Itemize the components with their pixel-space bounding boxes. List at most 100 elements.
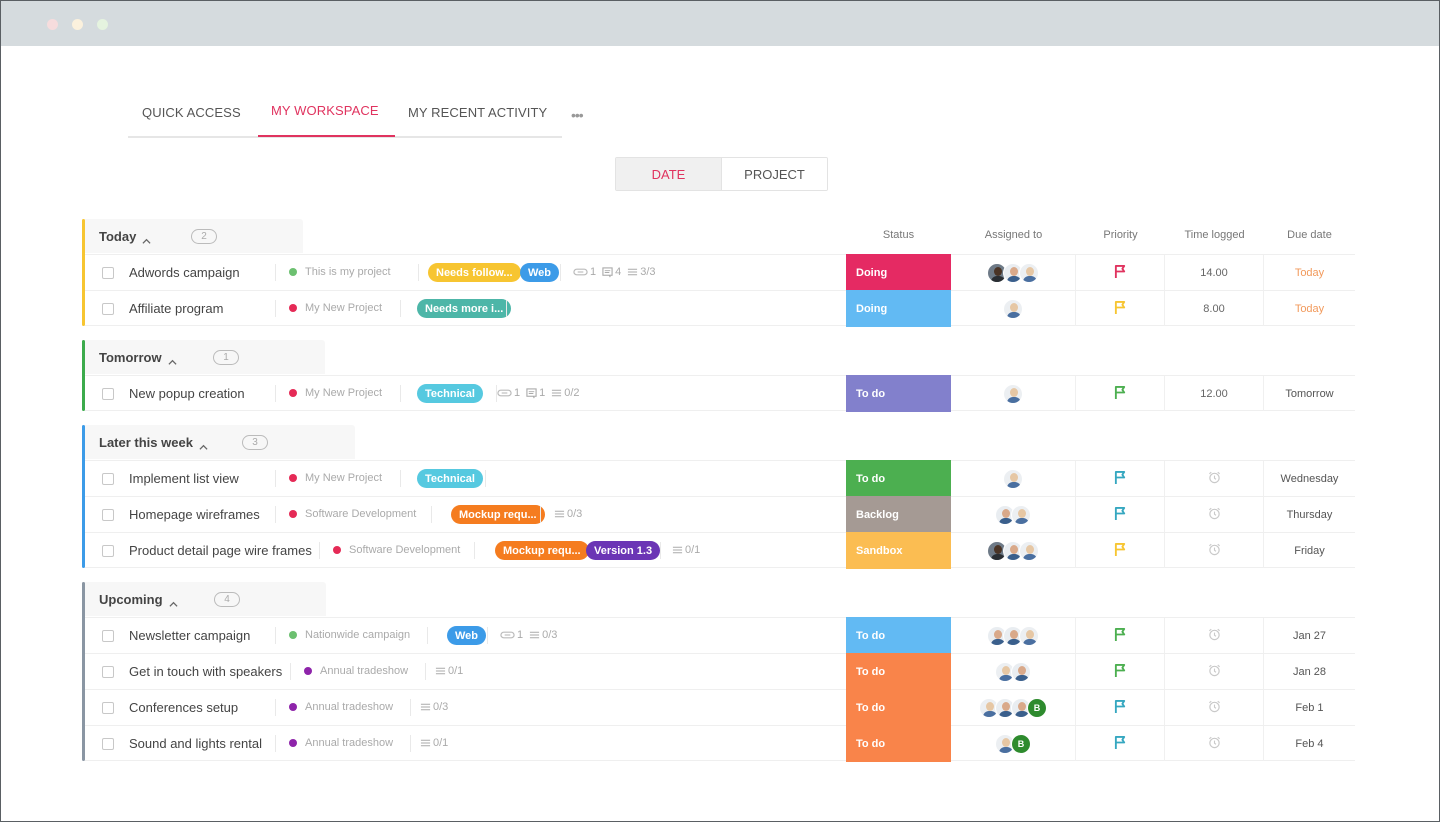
task-name[interactable]: Implement list view — [129, 471, 239, 486]
due-date-cell[interactable]: Wednesday — [1264, 461, 1355, 496]
task-project[interactable]: My New Project — [289, 472, 382, 484]
avatar[interactable] — [1019, 540, 1039, 561]
avatar[interactable] — [1011, 504, 1031, 525]
task-name[interactable]: New popup creation — [129, 386, 245, 401]
time-logged-cell[interactable] — [1165, 497, 1264, 532]
avatar[interactable] — [1011, 661, 1031, 682]
subtasks-count[interactable]: 0/3 — [554, 508, 582, 520]
avatar[interactable] — [1003, 383, 1023, 404]
task-name[interactable]: Homepage wireframes — [129, 507, 260, 522]
due-date-cell[interactable]: Friday — [1264, 533, 1355, 568]
tab-my-workspace[interactable]: MY WORKSPACE — [271, 103, 379, 118]
chevron-up-icon[interactable] — [142, 233, 151, 244]
priority-flag-icon[interactable] — [1114, 506, 1127, 524]
task-project[interactable]: This is my project — [289, 266, 391, 278]
avatar-initial[interactable]: B — [1027, 697, 1047, 718]
chevron-up-icon[interactable] — [199, 439, 208, 450]
subtasks-count[interactable]: 0/1 — [420, 737, 448, 749]
attachments-count[interactable]: 1 — [497, 387, 520, 399]
task-checkbox[interactable] — [102, 666, 114, 678]
due-date-cell[interactable]: Jan 27 — [1264, 618, 1355, 653]
due-date-cell[interactable]: Today — [1264, 291, 1355, 326]
maximize-window-button[interactable] — [97, 19, 108, 30]
task-checkbox[interactable] — [102, 473, 114, 485]
status-badge[interactable]: Doing — [846, 290, 951, 327]
task-project[interactable]: Nationwide campaign — [289, 629, 410, 641]
task-tag[interactable]: Web — [520, 263, 560, 282]
priority-flag-icon[interactable] — [1114, 627, 1127, 645]
comments-count[interactable]: 1 — [526, 387, 545, 399]
alarm-clock-icon[interactable] — [1208, 664, 1221, 680]
task-tag[interactable]: Mockup requ... — [451, 505, 545, 524]
task-project[interactable]: My New Project — [289, 387, 382, 399]
subtasks-count[interactable]: 3/3 — [627, 266, 656, 278]
due-date-cell[interactable]: Feb 4 — [1264, 726, 1355, 761]
time-logged-cell[interactable]: 14.00 — [1165, 255, 1264, 290]
due-date-cell[interactable]: Tomorrow — [1264, 376, 1355, 411]
task-tag[interactable]: Needs follow... — [428, 263, 521, 282]
status-badge[interactable]: Sandbox — [846, 532, 951, 569]
priority-flag-icon[interactable] — [1114, 542, 1127, 560]
time-logged-cell[interactable] — [1165, 654, 1264, 689]
alarm-clock-icon[interactable] — [1208, 700, 1221, 716]
task-project[interactable]: Annual tradeshow — [289, 701, 393, 713]
task-checkbox[interactable] — [102, 545, 114, 557]
group-by-project-button[interactable]: PROJECT — [722, 158, 827, 190]
avatar[interactable] — [1003, 468, 1023, 489]
close-window-button[interactable] — [47, 19, 58, 30]
alarm-clock-icon[interactable] — [1208, 507, 1221, 523]
avatar-initial[interactable]: B — [1011, 733, 1031, 754]
time-logged-cell[interactable] — [1165, 690, 1264, 725]
attachments-count[interactable]: 1 — [500, 629, 523, 641]
time-logged-cell[interactable] — [1165, 533, 1264, 568]
status-badge[interactable]: To do — [846, 460, 951, 497]
task-name[interactable]: Affiliate program — [129, 301, 223, 316]
status-badge[interactable]: To do — [846, 653, 951, 690]
subtasks-count[interactable]: 0/3 — [529, 629, 557, 641]
time-logged-cell[interactable]: 12.00 — [1165, 376, 1264, 411]
due-date-cell[interactable]: Feb 1 — [1264, 690, 1355, 725]
time-logged-cell[interactable] — [1165, 618, 1264, 653]
chevron-up-icon[interactable] — [169, 596, 178, 607]
task-checkbox[interactable] — [102, 303, 114, 315]
due-date-cell[interactable]: Today — [1264, 255, 1355, 290]
task-name[interactable]: Newsletter campaign — [129, 628, 250, 643]
group-by-date-button[interactable]: DATE — [616, 158, 722, 190]
alarm-clock-icon[interactable] — [1208, 471, 1221, 487]
task-name[interactable]: Product detail page wire frames — [129, 543, 312, 558]
subtasks-count[interactable]: 0/1 — [672, 544, 700, 556]
group-header[interactable]: Later this week 3 — [85, 425, 355, 459]
task-name[interactable]: Sound and lights rental — [129, 736, 262, 751]
due-date-cell[interactable]: Jan 28 — [1264, 654, 1355, 689]
priority-flag-icon[interactable] — [1114, 470, 1127, 488]
priority-flag-icon[interactable] — [1114, 300, 1127, 318]
task-name[interactable]: Conferences setup — [129, 700, 238, 715]
subtasks-count[interactable]: 0/1 — [435, 665, 463, 677]
task-project[interactable]: Software Development — [289, 508, 416, 520]
group-header[interactable]: Upcoming 4 — [85, 582, 326, 616]
task-name[interactable]: Adwords campaign — [129, 265, 240, 280]
status-badge[interactable]: To do — [846, 617, 951, 654]
comments-count[interactable]: 4 — [602, 266, 621, 278]
status-badge[interactable]: To do — [846, 689, 951, 726]
task-project[interactable]: Annual tradeshow — [289, 737, 393, 749]
task-checkbox[interactable] — [102, 267, 114, 279]
alarm-clock-icon[interactable] — [1208, 736, 1221, 752]
task-tag[interactable]: Technical — [417, 384, 483, 403]
task-checkbox[interactable] — [102, 702, 114, 714]
task-tag[interactable]: Technical — [417, 469, 483, 488]
task-tag[interactable]: Mockup requ... — [495, 541, 589, 560]
task-tag[interactable]: Needs more i... — [417, 299, 512, 318]
time-logged-cell[interactable] — [1165, 726, 1264, 761]
task-project[interactable]: Annual tradeshow — [304, 665, 408, 677]
alarm-clock-icon[interactable] — [1208, 628, 1221, 644]
task-name[interactable]: Get in touch with speakers — [129, 664, 282, 679]
priority-flag-icon[interactable] — [1114, 699, 1127, 717]
task-project[interactable]: Software Development — [333, 544, 460, 556]
subtasks-count[interactable]: 0/3 — [420, 701, 448, 713]
tab-quick-access[interactable]: QUICK ACCESS — [142, 105, 241, 120]
status-badge[interactable]: To do — [846, 375, 951, 412]
priority-flag-icon[interactable] — [1114, 663, 1127, 681]
group-header[interactable]: Tomorrow 1 — [85, 340, 325, 374]
priority-flag-icon[interactable] — [1114, 264, 1127, 282]
